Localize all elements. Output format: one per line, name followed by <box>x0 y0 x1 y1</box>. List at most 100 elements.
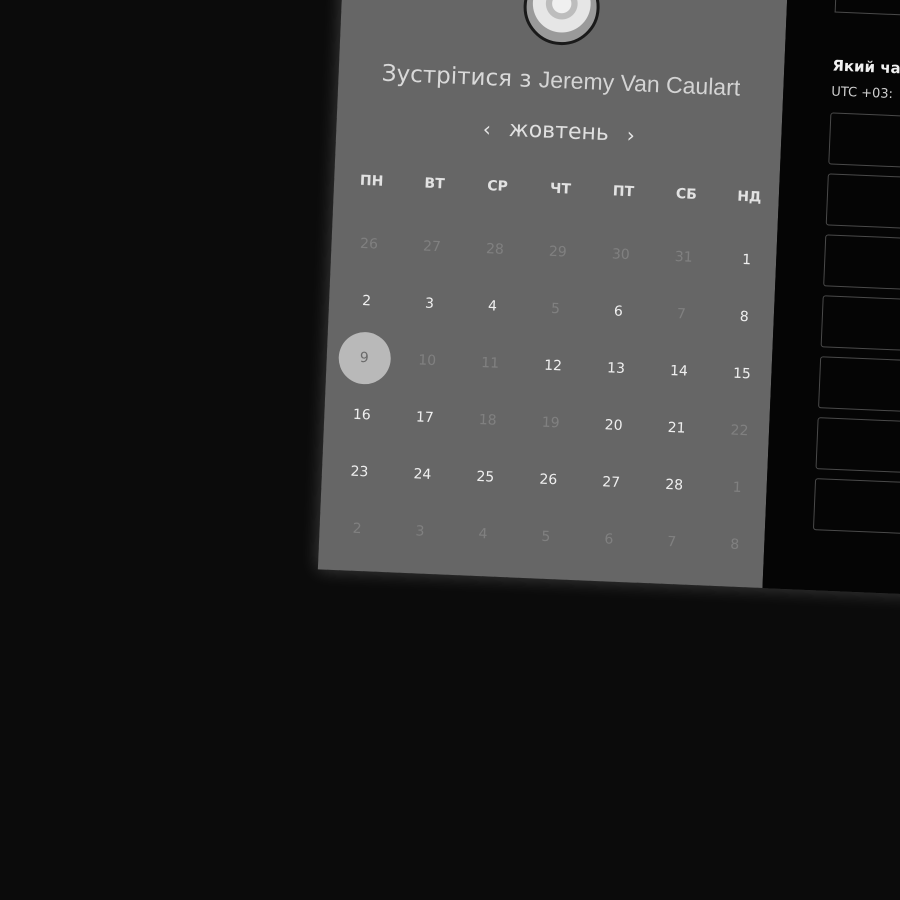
time-slot[interactable] <box>818 356 900 417</box>
day-number: 6 <box>613 303 624 320</box>
time-slot-list <box>812 112 900 547</box>
calendar-day[interactable]: 1 <box>714 230 779 290</box>
day-number: 3 <box>424 295 435 312</box>
weekday-label: СР <box>486 178 509 195</box>
day-number: 9 <box>337 330 392 385</box>
calendar-day[interactable]: 8 <box>712 287 777 347</box>
time-slot[interactable] <box>820 295 900 356</box>
calendar-day: 1 <box>704 458 769 518</box>
calendar-day: 27 <box>399 217 464 277</box>
calendar-day[interactable]: 25 <box>453 447 518 507</box>
day-number: 5 <box>550 300 561 317</box>
weekday-label: ВТ <box>424 175 446 193</box>
calendar-day[interactable]: 4 <box>460 276 525 336</box>
person-name: Jeremy Van Caulart <box>538 66 741 101</box>
calendar-day: 7 <box>639 512 704 572</box>
calendar-day: 4 <box>450 504 515 564</box>
day-number: 25 <box>476 468 495 486</box>
day-number: 2 <box>352 520 362 537</box>
day-number: 7 <box>676 305 687 323</box>
page-background: Зустрітися з Jeremy Van Caulart ‹ жовтен… <box>0 0 900 900</box>
calendar-day[interactable]: 27 <box>579 452 644 512</box>
calendar-day[interactable]: 13 <box>583 338 648 398</box>
time-slot[interactable] <box>828 112 900 173</box>
calendar-day[interactable]: 24 <box>390 444 455 504</box>
day-number: 8 <box>729 536 740 553</box>
day-number: 14 <box>669 362 689 380</box>
day-number: 18 <box>478 411 497 429</box>
day-number: 28 <box>485 240 505 258</box>
calendar-day[interactable]: 26 <box>516 450 581 510</box>
time-slot[interactable] <box>815 417 900 478</box>
month-navigation: ‹ жовтень › <box>336 110 782 154</box>
calendar-day[interactable]: 2 <box>334 271 399 331</box>
calendar-day: 5 <box>523 279 588 339</box>
calendar-day: 26 <box>336 214 401 274</box>
calendar-day: 8 <box>702 515 767 575</box>
calendar-day: 6 <box>576 509 641 569</box>
day-number: 28 <box>664 476 684 494</box>
calendar-day: 2 <box>324 499 389 559</box>
weekday-label: ПТ <box>612 183 635 201</box>
weekday-label: ПН <box>359 172 384 190</box>
weekday-label: ЧТ <box>549 180 572 198</box>
calendar-day[interactable]: 17 <box>392 387 457 447</box>
day-number: 27 <box>602 473 621 491</box>
time-slot-panel: Який ча UTC +03: <box>762 0 900 599</box>
day-number: 13 <box>606 359 626 377</box>
weekday-header: ПН ВТ СР ЧТ ПТ СБ НД <box>340 172 762 206</box>
calendar-days-grid: 26 27 28 29 30 31 1 2 3 4 5 6 7 8 9 10 11 12 13 14 15 16 17 18 1… <box>324 214 758 573</box>
calendar-day[interactable]: 12 <box>520 336 585 396</box>
title-prefix: Зустрітися з <box>381 60 533 93</box>
selected-day[interactable]: 9 <box>332 328 397 388</box>
day-number: 16 <box>352 406 372 423</box>
calendar-day: 11 <box>457 333 522 393</box>
day-number: 6 <box>604 530 614 548</box>
day-number: 11 <box>480 354 500 372</box>
day-number: 1 <box>741 251 752 268</box>
day-number: 26 <box>359 235 379 253</box>
calendar-day[interactable]: 21 <box>644 398 709 458</box>
calendar-day: 3 <box>387 501 452 561</box>
day-number: 12 <box>543 357 563 374</box>
calendar-day[interactable]: 28 <box>642 455 707 515</box>
day-number: 7 <box>667 533 677 550</box>
day-number: 21 <box>667 419 686 437</box>
day-number: 4 <box>478 525 488 542</box>
day-number: 23 <box>350 463 369 480</box>
calendar-day: 7 <box>649 284 714 344</box>
day-number: 30 <box>611 245 631 263</box>
time-slot[interactable] <box>812 478 900 539</box>
day-number: 24 <box>413 465 432 483</box>
calendar-day[interactable]: 15 <box>709 344 774 404</box>
time-slot[interactable] <box>825 173 900 234</box>
day-number: 26 <box>539 471 558 488</box>
calendar-day[interactable]: 23 <box>327 442 392 502</box>
chevron-left-icon[interactable]: ‹ <box>478 116 495 141</box>
day-number: 22 <box>730 422 749 439</box>
day-number: 27 <box>422 237 442 255</box>
calendar-day: 28 <box>462 219 527 279</box>
calendar-day[interactable]: 6 <box>586 281 651 341</box>
chevron-right-icon[interactable]: › <box>622 122 639 147</box>
calendar-day: 18 <box>455 390 520 450</box>
calendar-day: 5 <box>513 507 578 567</box>
calendar-panel: Зустрітися з Jeremy Van Caulart ‹ жовтен… <box>317 0 793 589</box>
day-number: 1 <box>732 479 742 496</box>
time-slot[interactable] <box>823 234 900 295</box>
calendar-day[interactable]: 16 <box>329 385 394 445</box>
calendar-day[interactable]: 20 <box>581 395 646 455</box>
calendar-day: 22 <box>707 401 772 461</box>
day-number: 3 <box>415 522 425 540</box>
day-number: 2 <box>361 292 372 309</box>
day-number: 10 <box>417 351 437 369</box>
time-question-heading: Який ча <box>832 56 900 78</box>
day-number: 15 <box>732 365 752 382</box>
time-slot[interactable] <box>834 0 900 21</box>
calendar-day[interactable]: 3 <box>397 274 462 334</box>
calendar-day[interactable]: 14 <box>646 341 711 401</box>
weekday-label: НД <box>736 188 762 206</box>
calendar-day: 10 <box>395 330 460 390</box>
day-number: 4 <box>487 297 498 315</box>
meeting-title: Зустрітися з Jeremy Van Caulart <box>338 58 784 104</box>
